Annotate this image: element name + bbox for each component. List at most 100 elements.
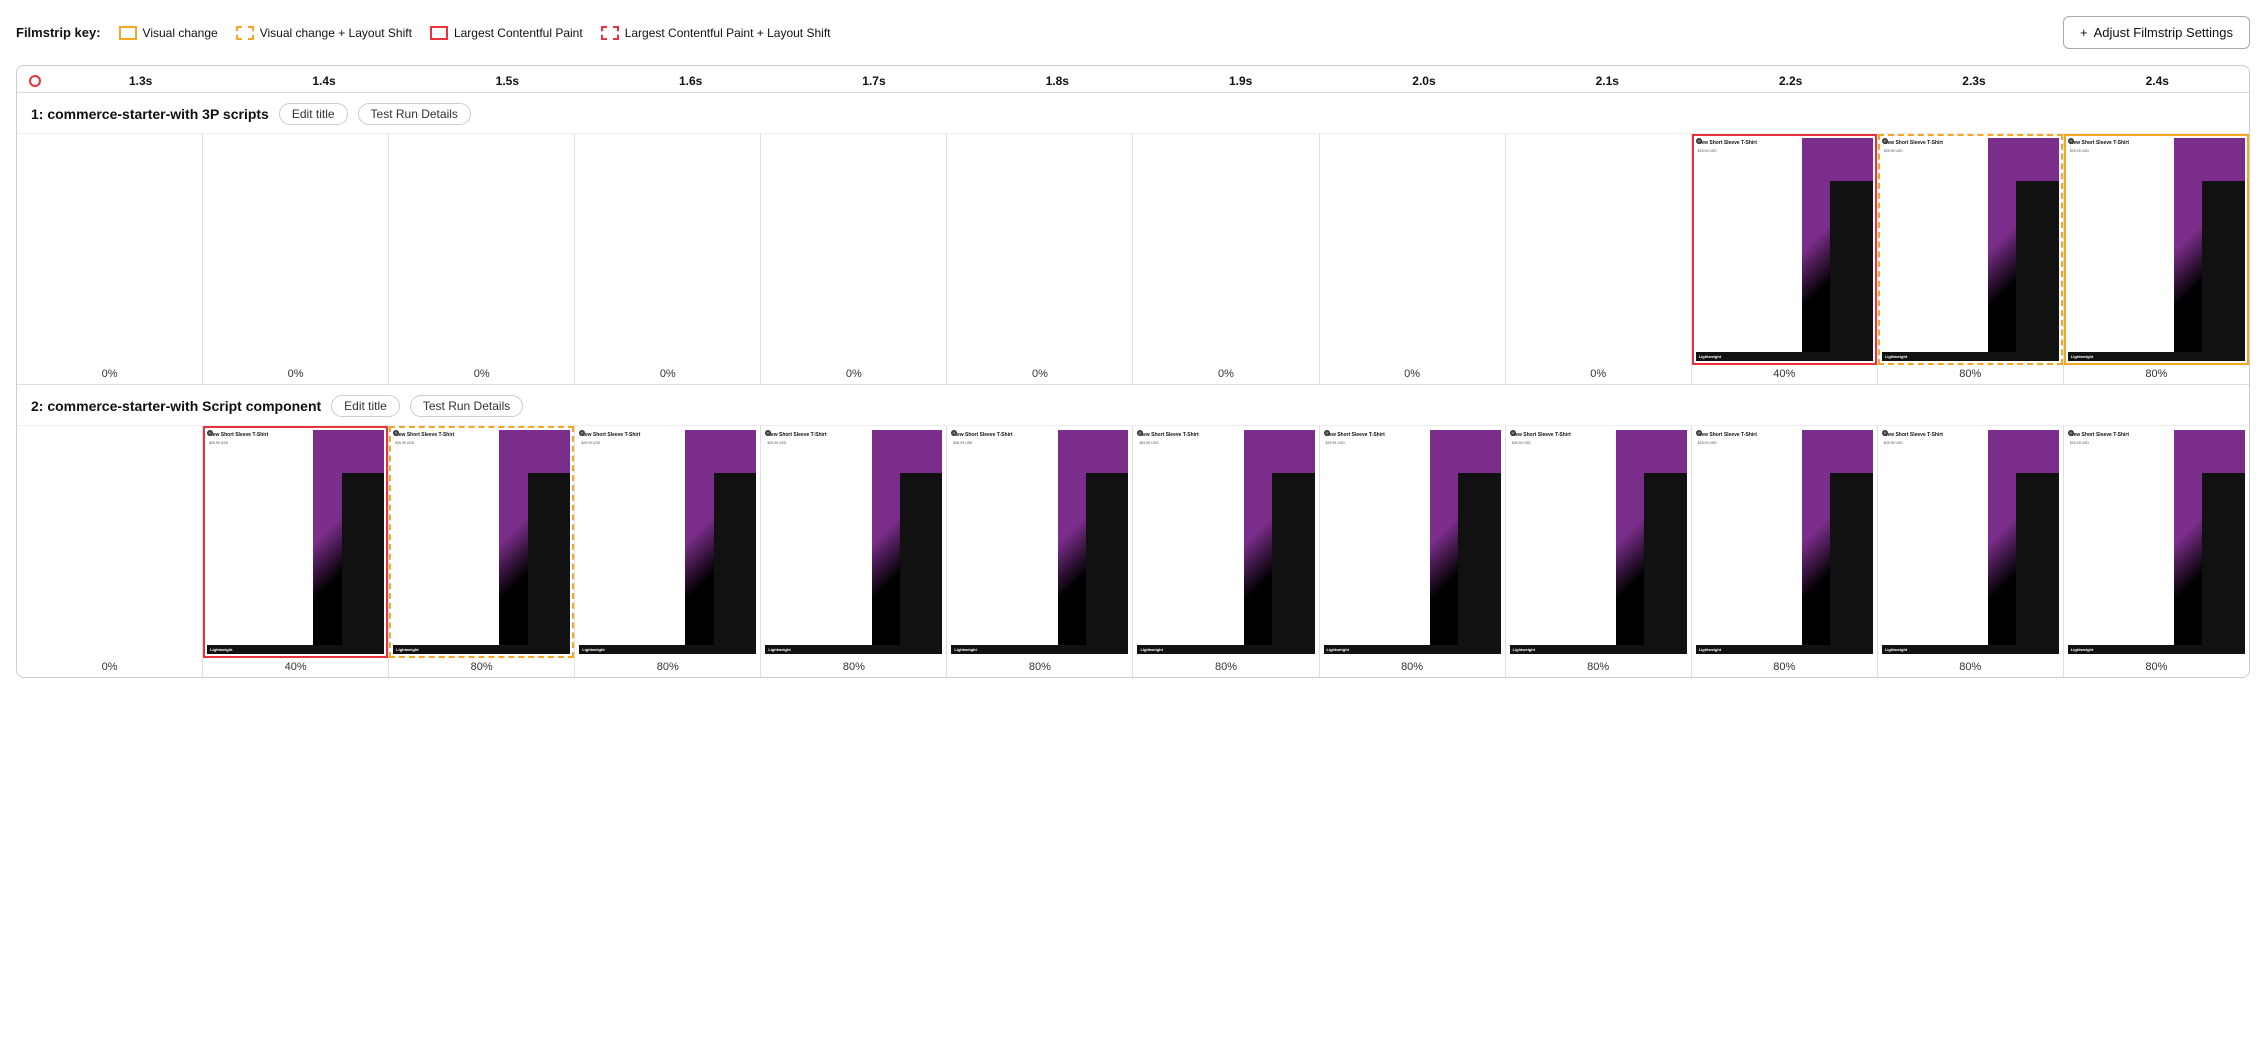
timeline-tick: 2.4s: [2146, 74, 2169, 88]
row-section-1: 1: commerce-starter-with 3P scriptsEdit …: [17, 93, 2249, 385]
row-title-2: 2: commerce-starter-with Script componen…: [31, 398, 321, 414]
key-box-visual-change-layout-shift: [236, 26, 254, 40]
frame-content: New Short Sleeve T-Shirt $25.99 USD Ligh…: [577, 428, 758, 655]
frame-image[interactable]: [17, 134, 202, 365]
edit-title-button-1[interactable]: Edit title: [279, 103, 348, 125]
frame-image[interactable]: [17, 426, 202, 657]
frame-image[interactable]: [1320, 134, 1505, 365]
frame-image[interactable]: New Short Sleeve T-Shirt $25.99 USD Ligh…: [1878, 426, 2063, 657]
frame-cell: New Short Sleeve T-Shirt $25.99 USD Ligh…: [1692, 426, 1878, 676]
frame-image[interactable]: New Short Sleeve T-Shirt $25.99 USD Ligh…: [1878, 134, 2063, 365]
nav-icon: [2068, 138, 2074, 144]
frame-image[interactable]: New Short Sleeve T-Shirt $25.99 USD Ligh…: [575, 426, 760, 657]
frame-content: New Short Sleeve T-Shirt $25.99 USD Ligh…: [391, 428, 572, 655]
frame-percent: 40%: [1773, 365, 1795, 384]
frame-percent: 0%: [846, 365, 862, 384]
timeline-tick: 1.3s: [129, 74, 152, 88]
frame-content: New Short Sleeve T-Shirt $25.99 USD Ligh…: [1880, 428, 2061, 655]
test-run-button-1[interactable]: Test Run Details: [358, 103, 471, 125]
frame-content-blank: [19, 428, 200, 655]
frame-content-blank: [1508, 136, 1689, 363]
top-bar: Filmstrip key: Visual change Visual chan…: [16, 16, 2250, 49]
filmstrip-key-label: Filmstrip key:: [16, 25, 101, 40]
frame-cell: 0%: [1320, 134, 1506, 384]
frame-cell: New Short Sleeve T-Shirt $25.99 USD Ligh…: [389, 426, 575, 676]
frame-percent: 80%: [1215, 658, 1237, 677]
frame-percent: 40%: [285, 658, 307, 677]
frame-cell: New Short Sleeve T-Shirt $25.99 USD Ligh…: [2064, 426, 2249, 676]
frame-image[interactable]: New Short Sleeve T-Shirt $25.99 USD Ligh…: [389, 426, 574, 657]
timeline-tick: 2.1s: [1596, 74, 1619, 88]
frame-content-blank: [205, 136, 386, 363]
frame-image[interactable]: [1506, 134, 1691, 365]
key-box-lcp: [430, 26, 448, 40]
test-run-button-2[interactable]: Test Run Details: [410, 395, 523, 417]
timeline-tick: 1.7s: [862, 74, 885, 88]
frame-cell: 0%: [203, 134, 389, 384]
frame-image[interactable]: New Short Sleeve T-Shirt $25.99 USD Ligh…: [2064, 426, 2249, 657]
frame-image[interactable]: New Short Sleeve T-Shirt $25.99 USD Ligh…: [203, 426, 388, 657]
key-item-visual-change-layout-shift: Visual change + Layout Shift: [236, 26, 412, 40]
frame-cell: New Short Sleeve T-Shirt $25.99 USD Ligh…: [1320, 426, 1506, 676]
timeline-tick: 1.4s: [312, 74, 335, 88]
frame-percent: 80%: [843, 658, 865, 677]
frame-cell: 0%: [17, 134, 203, 384]
frame-content: New Short Sleeve T-Shirt $25.99 USD Ligh…: [2066, 136, 2247, 363]
frame-content-blank: [577, 136, 758, 363]
frame-content: New Short Sleeve T-Shirt $25.99 USD Ligh…: [949, 428, 1130, 655]
frame-image[interactable]: New Short Sleeve T-Shirt $25.99 USD Ligh…: [761, 426, 946, 657]
frame-percent: 0%: [1404, 365, 1420, 384]
nav-icon: [1324, 430, 1330, 436]
rows-container: 1: commerce-starter-with 3P scriptsEdit …: [17, 93, 2249, 677]
timeline-tick: 2.0s: [1412, 74, 1435, 88]
frame-percent: 80%: [1401, 658, 1423, 677]
frame-content: New Short Sleeve T-Shirt $25.99 USD Ligh…: [205, 428, 386, 655]
frame-image[interactable]: New Short Sleeve T-Shirt $25.99 USD Ligh…: [2064, 134, 2249, 365]
filmstrip-main-container: 1.3s1.4s1.5s1.6s1.7s1.8s1.9s2.0s2.1s2.2s…: [16, 65, 2250, 678]
adjust-icon: +: [2080, 25, 2088, 40]
nav-icon: [1696, 138, 1702, 144]
frame-percent: 0%: [1590, 365, 1606, 384]
frame-percent: 0%: [102, 365, 118, 384]
frame-percent: 80%: [1959, 658, 1981, 677]
frame-image[interactable]: [203, 134, 388, 365]
frame-cell: New Short Sleeve T-Shirt $25.99 USD Ligh…: [1692, 134, 1878, 384]
frame-percent: 0%: [288, 365, 304, 384]
row-header-2: 2: commerce-starter-with Script componen…: [17, 385, 2249, 425]
frame-image[interactable]: New Short Sleeve T-Shirt $25.99 USD Ligh…: [1506, 426, 1691, 657]
frame-percent: 80%: [2145, 658, 2167, 677]
frame-image[interactable]: New Short Sleeve T-Shirt $25.99 USD Ligh…: [947, 426, 1132, 657]
frame-cell: 0%: [1506, 134, 1692, 384]
frame-image[interactable]: [389, 134, 574, 365]
frame-content-blank: [763, 136, 944, 363]
frame-percent: 80%: [657, 658, 679, 677]
frame-image[interactable]: New Short Sleeve T-Shirt $25.99 USD Ligh…: [1692, 426, 1877, 657]
filmstrip-key: Filmstrip key: Visual change Visual chan…: [16, 25, 831, 40]
frame-percent: 0%: [1218, 365, 1234, 384]
frame-cell: New Short Sleeve T-Shirt $25.99 USD Ligh…: [1878, 134, 2064, 384]
frame-cell: New Short Sleeve T-Shirt $25.99 USD Ligh…: [947, 426, 1133, 676]
frame-percent: 80%: [1029, 658, 1051, 677]
frame-image[interactable]: New Short Sleeve T-Shirt $25.99 USD Ligh…: [1320, 426, 1505, 657]
nav-icon: [1510, 430, 1516, 436]
frame-percent: 0%: [1032, 365, 1048, 384]
frame-cell: New Short Sleeve T-Shirt $25.99 USD Ligh…: [1506, 426, 1692, 676]
frames-row-1: 0%0%0%0%0%0%0%0%0% New S: [17, 133, 2249, 384]
timeline-tick: 2.3s: [1962, 74, 1985, 88]
frame-image[interactable]: New Short Sleeve T-Shirt $25.99 USD Ligh…: [1133, 426, 1318, 657]
frame-image[interactable]: [575, 134, 760, 365]
timeline-header: 1.3s1.4s1.5s1.6s1.7s1.8s1.9s2.0s2.1s2.2s…: [17, 66, 2249, 93]
row-header-1: 1: commerce-starter-with 3P scriptsEdit …: [17, 93, 2249, 133]
edit-title-button-2[interactable]: Edit title: [331, 395, 400, 417]
frame-percent: 80%: [1959, 365, 1981, 384]
frame-percent: 80%: [2145, 365, 2167, 384]
frame-image[interactable]: [947, 134, 1132, 365]
frame-image[interactable]: New Short Sleeve T-Shirt $25.99 USD Ligh…: [1692, 134, 1877, 365]
frame-image[interactable]: [1133, 134, 1318, 365]
adjust-filmstrip-button[interactable]: + Adjust Filmstrip Settings: [2063, 16, 2250, 49]
frame-image[interactable]: [761, 134, 946, 365]
frame-content: New Short Sleeve T-Shirt $25.99 USD Ligh…: [1694, 428, 1875, 655]
frame-cell: 0%: [389, 134, 575, 384]
key-item-visual-change: Visual change: [119, 26, 218, 40]
frame-cell: New Short Sleeve T-Shirt $25.99 USD Ligh…: [761, 426, 947, 676]
